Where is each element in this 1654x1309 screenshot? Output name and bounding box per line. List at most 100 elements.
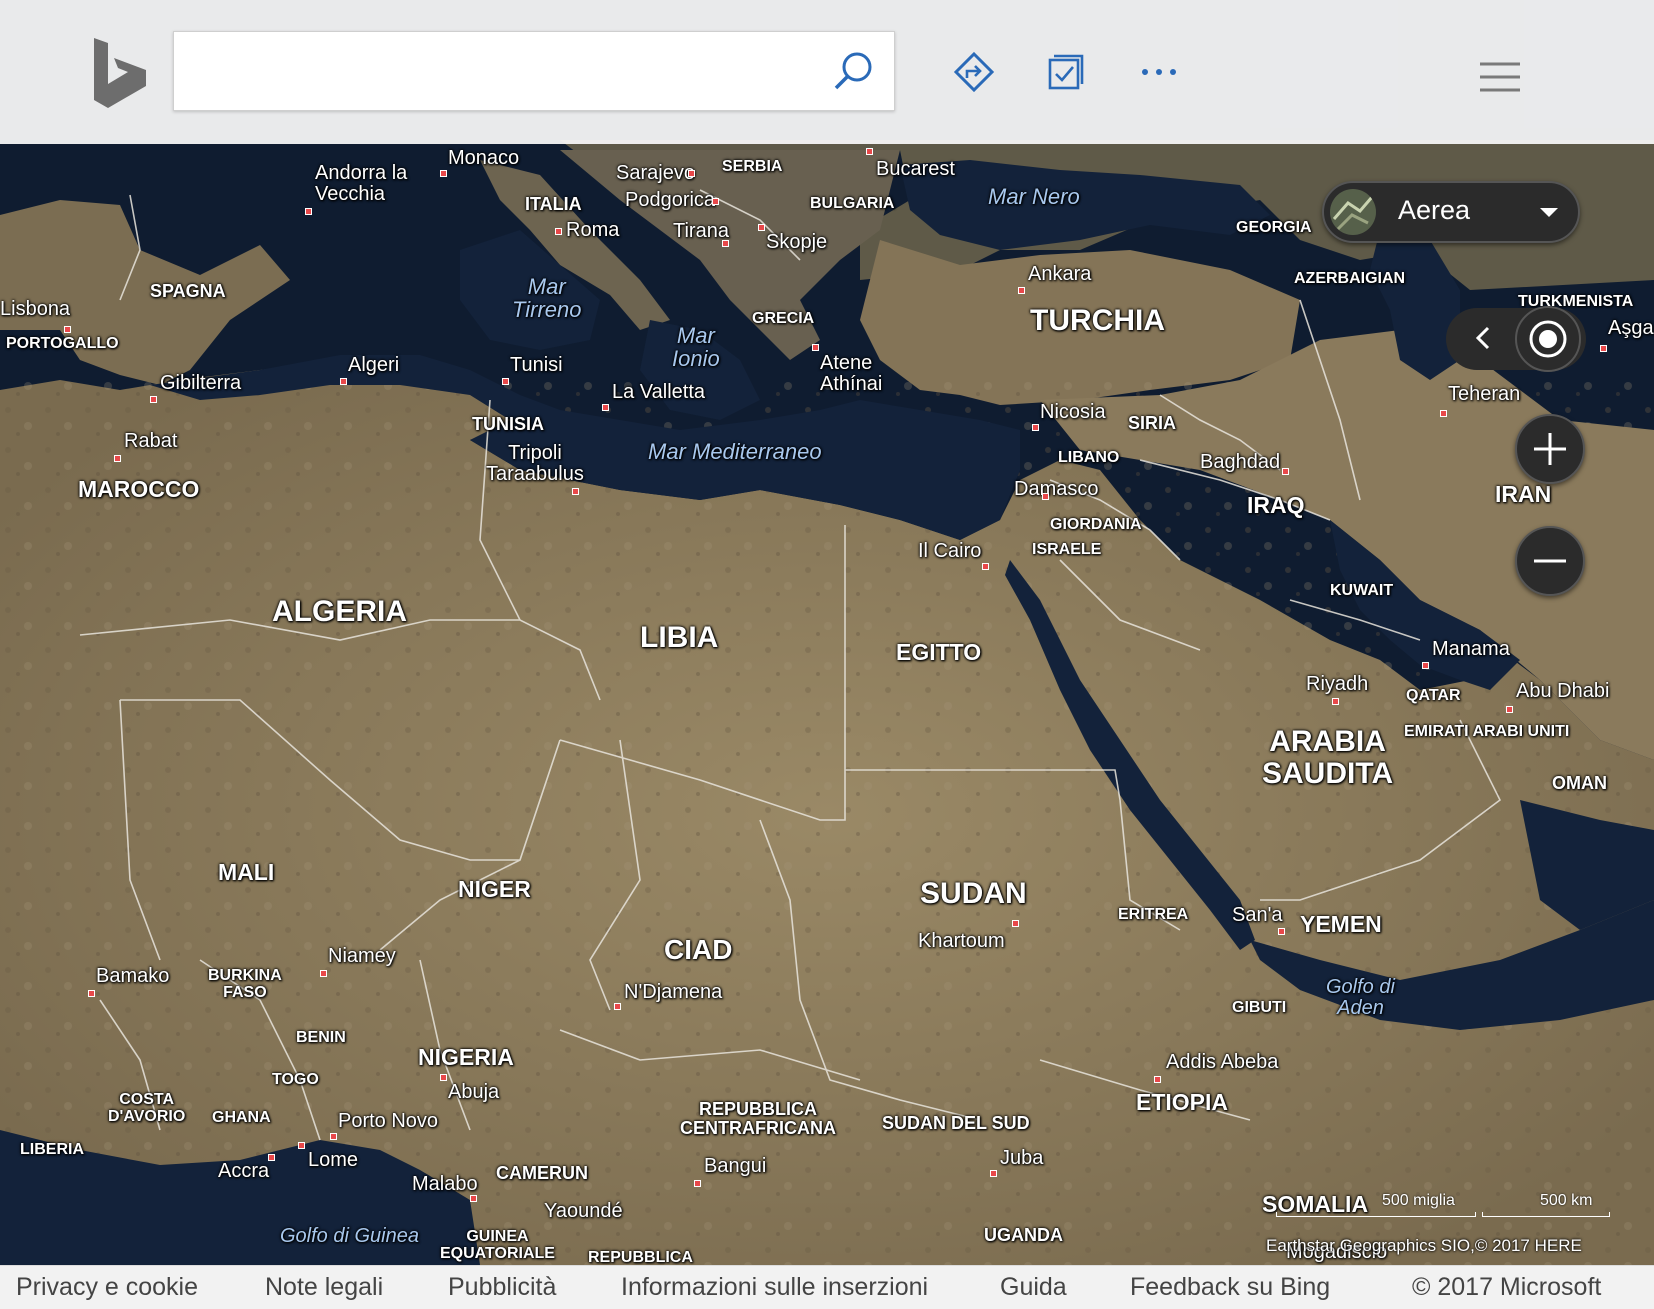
search-box[interactable] (173, 31, 895, 111)
label-tirana: Tirana (673, 220, 729, 242)
label-bamako: Bamako (96, 965, 170, 987)
city-marker[interactable] (340, 378, 347, 385)
city-marker[interactable] (268, 1154, 275, 1161)
city-marker[interactable] (320, 970, 327, 977)
search-input[interactable] (190, 50, 814, 92)
footer-help-link[interactable]: Guida (1000, 1273, 1067, 1302)
city-marker[interactable] (1278, 928, 1285, 935)
aerial-thumbnail-icon (1330, 189, 1376, 235)
city-marker[interactable] (88, 990, 95, 997)
label-libia: LIBIA (640, 621, 719, 654)
directions-icon[interactable] (952, 50, 996, 94)
city-marker[interactable] (758, 224, 765, 231)
label-rca: REPUBBLICA CENTRAFRICANA (680, 1099, 836, 1138)
city-marker[interactable] (440, 1074, 447, 1081)
label-tripoli: Tripoli Taraabulus (486, 442, 584, 485)
label-etiopia: ETIOPIA (1136, 1089, 1229, 1115)
city-marker[interactable] (150, 396, 157, 403)
label-burkina-faso: BURKINA FASO (208, 967, 282, 1001)
city-marker[interactable] (555, 228, 562, 235)
city-marker[interactable] (1018, 287, 1025, 294)
scale-bar: 500 miglia 500 km (1262, 1192, 1612, 1222)
label-libano: LIBANO (1058, 449, 1120, 466)
label-abuja: Abuja (448, 1081, 500, 1103)
footer-privacy-link[interactable]: Privacy e cookie (16, 1273, 198, 1302)
map-style-dropdown[interactable]: Aerea (1322, 181, 1580, 243)
city-marker[interactable] (1032, 424, 1039, 431)
collapse-chevron-left-icon[interactable] (1466, 320, 1502, 356)
city-marker[interactable] (614, 1003, 621, 1010)
zoom-in-button[interactable] (1515, 414, 1585, 484)
city-marker[interactable] (990, 1170, 997, 1177)
city-marker[interactable] (1422, 662, 1429, 669)
city-marker[interactable] (812, 344, 819, 351)
city-marker[interactable] (114, 455, 121, 462)
my-places-icon[interactable] (1044, 50, 1088, 94)
label-teheran: Teheran (1448, 383, 1521, 405)
city-marker[interactable] (1332, 698, 1339, 705)
city-marker[interactable] (1440, 410, 1447, 417)
label-costa-davorio: COSTA D'AVORIO (108, 1091, 186, 1125)
hamburger-icon[interactable] (1478, 60, 1522, 94)
city-marker[interactable] (866, 148, 873, 155)
label-addis-abeba: Addis Abeba (1166, 1051, 1279, 1073)
city-marker[interactable] (1506, 706, 1513, 713)
target-icon (1529, 320, 1567, 358)
label-iran: IRAN (1495, 481, 1552, 507)
city-marker[interactable] (982, 563, 989, 570)
footer-legal-link[interactable]: Note legali (265, 1273, 383, 1302)
city-marker[interactable] (1154, 1076, 1161, 1083)
city-marker[interactable] (305, 208, 312, 215)
search-icon[interactable] (832, 50, 874, 92)
label-yemen: YEMEN (1300, 911, 1382, 937)
map-canvas[interactable]: ALGERIA LIBIA TURCHIA ARABIA SAUDITA SUD… (0, 0, 1654, 1265)
label-sarajevo: Sarajevo (616, 162, 695, 184)
label-arabia-saudita: ARABIA SAUDITA (1262, 725, 1394, 790)
label-ghana: GHANA (212, 1109, 271, 1126)
label-bangui: Bangui (704, 1155, 767, 1177)
city-marker[interactable] (1042, 493, 1049, 500)
bing-logo[interactable] (92, 36, 152, 110)
minus-icon (1534, 559, 1566, 563)
label-ankara: Ankara (1028, 263, 1092, 285)
city-marker[interactable] (1282, 468, 1289, 475)
city-marker[interactable] (688, 170, 695, 177)
city-marker[interactable] (722, 240, 729, 247)
label-tunisia: TUNISIA (472, 414, 544, 434)
label-algeri: Algeri (348, 354, 400, 376)
map-attribution: Earthstar Geographics SIO,© 2017 HERE (1266, 1236, 1582, 1255)
label-bulgaria: BULGARIA (810, 195, 895, 212)
more-icon[interactable] (1137, 50, 1181, 94)
city-marker[interactable] (712, 198, 719, 205)
zoom-out-button[interactable] (1515, 526, 1585, 596)
scale-km-label: 500 km (1540, 1192, 1593, 1209)
city-marker[interactable] (470, 1195, 477, 1202)
footer-ad-info-link[interactable]: Informazioni sulle inserzioni (621, 1273, 928, 1302)
label-spagna: SPAGNA (150, 281, 226, 301)
city-marker[interactable] (1600, 345, 1607, 352)
label-camerun: CAMERUN (496, 1163, 588, 1183)
label-iraq: IRAQ (1247, 492, 1305, 518)
city-marker[interactable] (602, 404, 609, 411)
label-juba: Juba (1000, 1147, 1044, 1169)
city-marker[interactable] (694, 1180, 701, 1187)
locate-me-button[interactable] (1515, 306, 1581, 372)
label-mar-mediterraneo: Mar Mediterraneo (648, 439, 822, 464)
city-marker[interactable] (572, 488, 579, 495)
footer-ads-link[interactable]: Pubblicità (448, 1273, 556, 1302)
label-abu-dhabi: Abu Dhabi (1516, 680, 1610, 702)
label-turchia: TURCHIA (1030, 304, 1165, 337)
city-marker[interactable] (330, 1133, 337, 1140)
footer-feedback-link[interactable]: Feedback su Bing (1130, 1273, 1330, 1302)
city-marker[interactable] (502, 378, 509, 385)
label-mar-ionio: Mar Ionio (672, 323, 720, 372)
label-giordania: GIORDANIA (1050, 516, 1142, 533)
city-marker[interactable] (298, 1142, 305, 1149)
label-lisbona: Lisbona (0, 298, 71, 320)
label-ciad: CIAD (664, 934, 733, 965)
city-marker[interactable] (440, 170, 447, 177)
city-marker[interactable] (64, 326, 71, 333)
label-serbia: SERBIA (722, 158, 783, 175)
label-benin: BENIN (296, 1029, 346, 1046)
city-marker[interactable] (1012, 920, 1019, 927)
